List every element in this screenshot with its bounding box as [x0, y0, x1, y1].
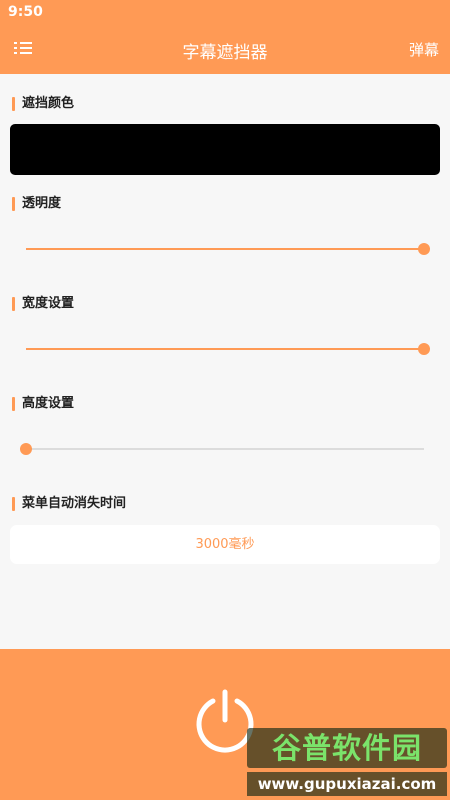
danmaku-button[interactable]: 弹幕: [409, 39, 439, 60]
app-bar: 字幕遮挡器 弹幕: [0, 26, 450, 74]
status-bar: 9:50: [0, 0, 450, 26]
height-slider[interactable]: [20, 439, 424, 459]
slider-thumb[interactable]: [418, 243, 430, 255]
color-swatch[interactable]: [10, 124, 440, 175]
height-section-label: 高度设置: [12, 396, 74, 412]
slider-thumb[interactable]: [20, 443, 32, 455]
slider-thumb[interactable]: [418, 343, 430, 355]
color-section-label: 遮挡颜色: [12, 96, 74, 112]
auto-hide-time-field[interactable]: 3000毫秒: [10, 525, 440, 564]
watermark: 谷普软件园 www.gupuxiazai.com: [247, 728, 447, 798]
opacity-slider[interactable]: [26, 239, 430, 259]
opacity-section-label: 透明度: [12, 196, 61, 212]
auto-hide-section-label: 菜单自动消失时间: [12, 496, 126, 512]
page-title: 字幕遮挡器: [182, 43, 268, 63]
width-section-label: 宽度设置: [12, 296, 74, 312]
slider-fill: [26, 348, 424, 350]
slider-fill: [26, 248, 424, 250]
status-time: 9:50: [8, 4, 43, 20]
slider-track: [26, 448, 424, 450]
width-slider[interactable]: [26, 339, 430, 359]
watermark-url: www.gupuxiazai.com: [247, 772, 447, 796]
watermark-title: 谷普软件园: [247, 728, 447, 768]
